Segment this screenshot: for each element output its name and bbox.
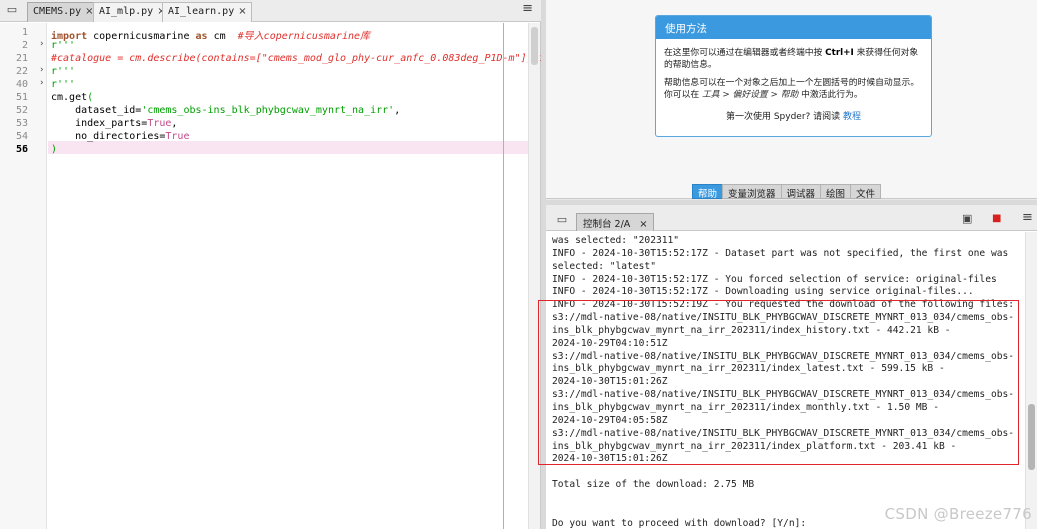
line-number: 21 <box>15 53 28 64</box>
tab-files[interactable]: 文件 <box>850 184 882 200</box>
console-line: INFO - 2024-10-30T15:52:17Z - Dataset pa… <box>552 247 1009 259</box>
line-number: 51 <box>15 92 28 103</box>
tab-plots[interactable]: 绘图 <box>820 184 852 200</box>
fold-arrow-icon[interactable]: › <box>40 78 44 88</box>
line-number: 40 <box>15 79 28 90</box>
tab-label: AI_learn.py <box>168 6 235 17</box>
line-number: 1 <box>21 27 28 38</box>
code-line-current[interactable]: ) <box>51 144 57 155</box>
stop-icon[interactable]: ■ <box>992 213 1001 224</box>
window-icon[interactable]: ▭ <box>5 3 19 17</box>
close-icon[interactable]: × <box>639 219 647 230</box>
scroll-thumb[interactable] <box>531 27 538 65</box>
tab-ai-learn[interactable]: AI_learn.py × <box>162 2 252 22</box>
console-tab-label: 控制台 2/A <box>583 219 631 230</box>
watermark: CSDN @Breeze776 <box>884 505 1032 523</box>
code-line[interactable]: no_directories=True <box>51 131 189 142</box>
console-line: INFO - 2024-10-30T15:52:17Z - Downloadin… <box>552 286 974 298</box>
code-line[interactable]: r''' <box>51 40 75 51</box>
editor-pane: ▭ CMEMS.py× AI_mlp.py× AI_learn.py× ≡ 1 … <box>0 0 557 529</box>
highlight-annotation-box <box>538 300 1019 465</box>
help-usage-box: 使用方法 在这里你可以通过在编辑器或者终端中按 Ctrl+I 来获得任何对象的帮… <box>655 15 932 137</box>
code-line[interactable]: #catalogue = cm.describe(contains=["cmem… <box>51 53 557 64</box>
line-number: 53 <box>15 118 28 129</box>
line-number: 54 <box>15 131 28 142</box>
help-paragraph: 在这里你可以通过在编辑器或者终端中按 Ctrl+I 来获得任何对象的帮助信息。 <box>664 48 919 70</box>
editor-tab-bar: ▭ CMEMS.py× AI_mlp.py× AI_learn.py× ≡ <box>0 0 541 22</box>
fold-arrow-icon[interactable]: › <box>40 65 44 75</box>
code-line[interactable]: import copernicusmarine as cm #导入coperni… <box>51 27 370 42</box>
console-line: Total size of the download: 2.75 MB <box>552 479 755 491</box>
fold-arrow-icon[interactable]: › <box>40 39 44 49</box>
console-line: was selected: "202311" <box>552 235 680 246</box>
help-tutorial-line: 第一次使用 Spyder? 请阅读 教程 <box>725 112 862 122</box>
console-tab-bar: ▭ 控制台 2/A × ▣ ■ ≡ <box>546 205 1037 231</box>
line-number-current: 56 <box>15 144 28 155</box>
options-menu-icon[interactable]: ≡ <box>522 1 533 16</box>
code-line[interactable]: r''' <box>51 79 75 90</box>
help-title: 使用方法 <box>656 16 931 39</box>
console-line: INFO - 2024-10-30T15:52:17Z - You forced… <box>552 273 997 285</box>
code-line[interactable]: cm.get( <box>51 92 93 103</box>
options-menu-icon[interactable]: ≡ <box>1022 210 1033 225</box>
window-icon[interactable]: ▭ <box>555 213 569 227</box>
console-scrollbar[interactable] <box>1025 232 1037 529</box>
line-number: 52 <box>15 105 28 116</box>
code-line[interactable]: r''' <box>51 66 75 77</box>
tab-help[interactable]: 帮助 <box>692 184 724 200</box>
help-paragraph: 帮助信息可以在一个对象之后加上一个左圆括号的时候自动显示。 你可以在 工具 > … <box>664 78 920 100</box>
tab-ai-mlp[interactable]: AI_mlp.py× <box>93 2 171 22</box>
tab-variable-explorer[interactable]: 变量浏览器 <box>722 184 782 200</box>
edge-line <box>503 23 504 529</box>
close-icon[interactable]: × <box>238 6 246 17</box>
line-number: 22 <box>15 66 28 77</box>
code-line[interactable]: dataset_id='cmems_obs-ins_blk_phybgcwav_… <box>51 105 400 116</box>
tab-console[interactable]: 控制台 2/A × <box>576 213 654 231</box>
scroll-thumb[interactable] <box>1028 404 1035 470</box>
help-pane: 使用方法 在这里你可以通过在编辑器或者终端中按 Ctrl+I 来获得任何对象的帮… <box>546 0 1037 200</box>
help-pane-tabs: 帮助 变量浏览器 调试器 绘图 文件 <box>692 182 882 200</box>
current-line-highlight <box>48 141 528 154</box>
console-line: selected: "latest" <box>552 260 656 272</box>
tutorial-link[interactable]: 教程 <box>843 112 861 122</box>
tab-debugger[interactable]: 调试器 <box>780 184 822 200</box>
tab-cmems[interactable]: CMEMS.py × <box>27 2 99 22</box>
copy-icon[interactable]: ▣ <box>962 212 972 225</box>
line-number: 2 <box>21 40 28 51</box>
tab-label: AI_mlp.py <box>99 6 154 17</box>
code-line[interactable]: index_parts=True, <box>51 118 177 129</box>
tab-label: CMEMS.py <box>33 6 82 17</box>
